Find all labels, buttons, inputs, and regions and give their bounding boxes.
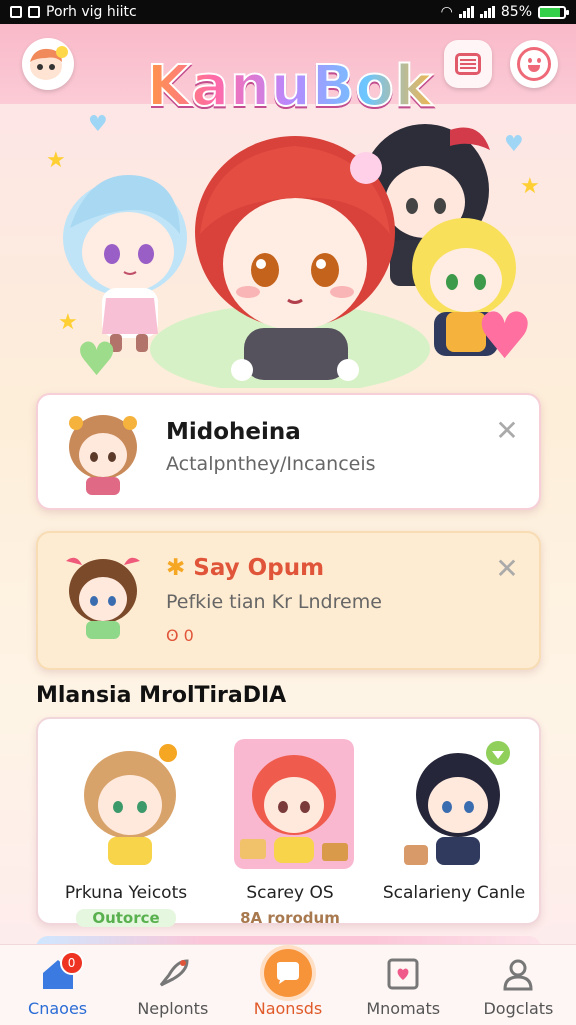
grid-item[interactable]: Scarey OS 8A rorodum (210, 729, 370, 927)
notification-badge: 0 (59, 951, 84, 975)
card-title-text: Say Opum (193, 555, 325, 581)
card-subtitle: Pefkie tian Kr Lndreme (166, 591, 382, 613)
menu-button[interactable] (444, 40, 492, 88)
user-icon (498, 955, 538, 993)
star-icon: ★ (46, 148, 66, 173)
chibi-character-red (195, 136, 395, 381)
nav-item-moments[interactable]: Mnomats (346, 945, 461, 1025)
home-icon: 0 (38, 951, 84, 993)
close-x-icon[interactable]: ✕ (493, 417, 521, 445)
character-avatar (66, 557, 140, 639)
character-thumbnail (404, 741, 510, 865)
character-card[interactable]: Midoheina Actalpnthey/Incanceis ✕ (36, 393, 541, 510)
nav-item-home[interactable]: 0 Cnaoes (0, 945, 115, 1025)
rocket-icon (153, 955, 193, 993)
card-title: ✱ Say Opum (166, 555, 324, 581)
character-thumbnail (84, 744, 177, 865)
close-x-icon[interactable]: ✕ (493, 555, 521, 583)
heart-icon: ♥ (76, 332, 118, 386)
hero-illustration: ★ ♥ ♥ ★ ★ ♥ ♥ (0, 104, 576, 388)
character-card[interactable]: ✱ Say Opum Pefkie tian Kr Lndreme ʘ 0 ✕ (36, 531, 541, 670)
nav-item-messages[interactable]: Naonsds (230, 945, 345, 1025)
nav-label: Naonsds (253, 999, 323, 1018)
bottom-navigation: 0 Cnaoes Neplonts Naonsds Mnomats Dogcla… (0, 944, 576, 1025)
status-square-icon (28, 6, 40, 18)
item-name: Scalarieny Canle (382, 883, 526, 903)
item-name: Scarey OS (246, 883, 334, 903)
signal-icon (458, 6, 474, 18)
nav-label: Dogclats (483, 999, 554, 1018)
signal-icon (479, 6, 495, 18)
app-logo-avatar[interactable] (22, 38, 74, 90)
wifi-icon: ◠ (440, 4, 453, 20)
chat-bubble-icon (264, 949, 312, 997)
picture-frame-icon (383, 955, 423, 993)
battery-percent: 85% (500, 4, 532, 20)
item-tag: 8A rorodum (240, 909, 340, 927)
profile-button[interactable] (510, 40, 558, 88)
nav-label: Mnomats (366, 999, 441, 1018)
card-subtitle: Actalpnthey/Incanceis (166, 453, 376, 475)
star-icon: ★ (520, 174, 540, 199)
status-text: Porh vig hiitc (46, 4, 137, 20)
app-header: KanuBok (0, 24, 576, 120)
character-grid: Prkuna Yeicots Outorce Scarey OS 8A roro… (36, 717, 541, 927)
nav-item-explore[interactable]: Neplonts (115, 945, 230, 1025)
star-icon: ★ (58, 310, 78, 335)
nav-item-profile[interactable]: Dogclats (461, 945, 576, 1025)
card-title: Midoheina (166, 419, 301, 445)
nav-label: Cnaoes (28, 999, 88, 1018)
status-bar: Porh vig hiitc ◠ 85% (0, 0, 576, 24)
character-avatar (69, 415, 137, 495)
section-title: Mlansia MrolTiraDIA (36, 683, 287, 708)
heart-icon: ♥ (88, 112, 108, 137)
grid-item[interactable]: Prkuna Yeicots Outorce (46, 729, 206, 927)
battery-icon (538, 5, 569, 19)
count-badge: ʘ 0 (166, 626, 194, 645)
grid-item[interactable]: Scalarieny Canle (374, 729, 534, 919)
item-name: Prkuna Yeicots (64, 883, 188, 903)
list-menu-icon (455, 53, 481, 75)
chibi-logo-icon (30, 46, 68, 80)
nav-label: Neplonts (137, 999, 209, 1018)
heart-icon: ♥ (476, 300, 534, 374)
character-thumbnail (234, 739, 354, 869)
smiley-face-icon (517, 47, 551, 81)
star-sparkle-icon: ✱ (166, 555, 186, 581)
item-tag: Outorce (76, 909, 176, 927)
heart-icon: ♥ (504, 132, 524, 157)
status-square-icon (10, 6, 22, 18)
